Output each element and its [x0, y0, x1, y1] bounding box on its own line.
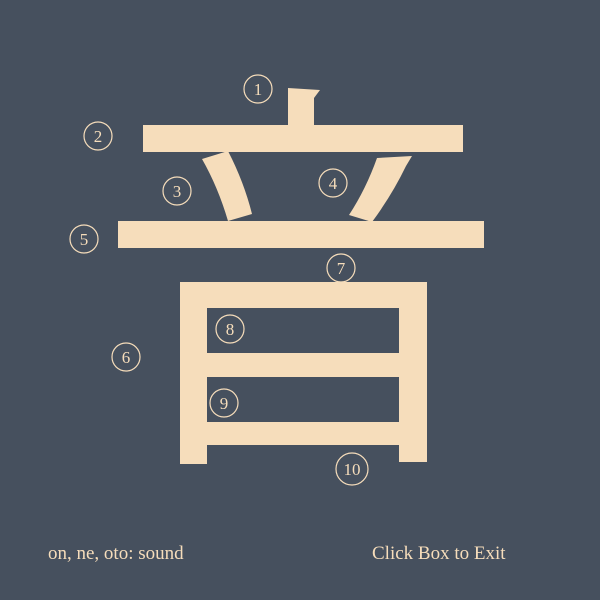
svg-text:1: 1	[254, 80, 263, 99]
svg-text:8: 8	[226, 320, 235, 339]
stroke-marker-3: 3	[162, 176, 192, 206]
svg-text:7: 7	[337, 259, 346, 278]
kanji-stroke-order-box[interactable]: 1 2 3 4 5 6 7 8 9 10	[0, 0, 600, 600]
stroke-marker-8: 8	[215, 314, 245, 344]
kanji-stroke-4	[349, 156, 412, 222]
stroke-marker-2: 2	[83, 121, 113, 151]
kanji-stroke-9	[207, 422, 399, 445]
kanji-stroke-1	[288, 88, 320, 127]
stroke-marker-6: 6	[111, 342, 141, 372]
kanji-character	[118, 88, 484, 464]
exit-instruction-text[interactable]: Click Box to Exit	[372, 543, 506, 565]
kanji-stroke-2	[143, 125, 463, 152]
svg-text:9: 9	[220, 394, 229, 413]
kanji-stroke-5	[118, 221, 484, 248]
stroke-marker-5: 5	[69, 224, 99, 254]
svg-text:3: 3	[173, 182, 182, 201]
svg-text:10: 10	[344, 460, 361, 479]
kanji-stroke-3	[202, 151, 252, 221]
stroke-marker-1: 1	[243, 74, 273, 104]
svg-text:6: 6	[122, 348, 131, 367]
stroke-marker-7: 7	[326, 253, 356, 283]
stroke-marker-9: 9	[209, 388, 239, 418]
kanji-stroke-6	[180, 282, 207, 464]
kanji-reading-text: on, ne, oto: sound	[48, 543, 184, 564]
kanji-stroke-8	[207, 353, 399, 377]
svg-text:5: 5	[80, 230, 89, 249]
svg-text:2: 2	[94, 127, 103, 146]
svg-text:4: 4	[329, 174, 338, 193]
stroke-marker-4: 4	[318, 168, 348, 198]
stroke-marker-10: 10	[335, 452, 369, 486]
